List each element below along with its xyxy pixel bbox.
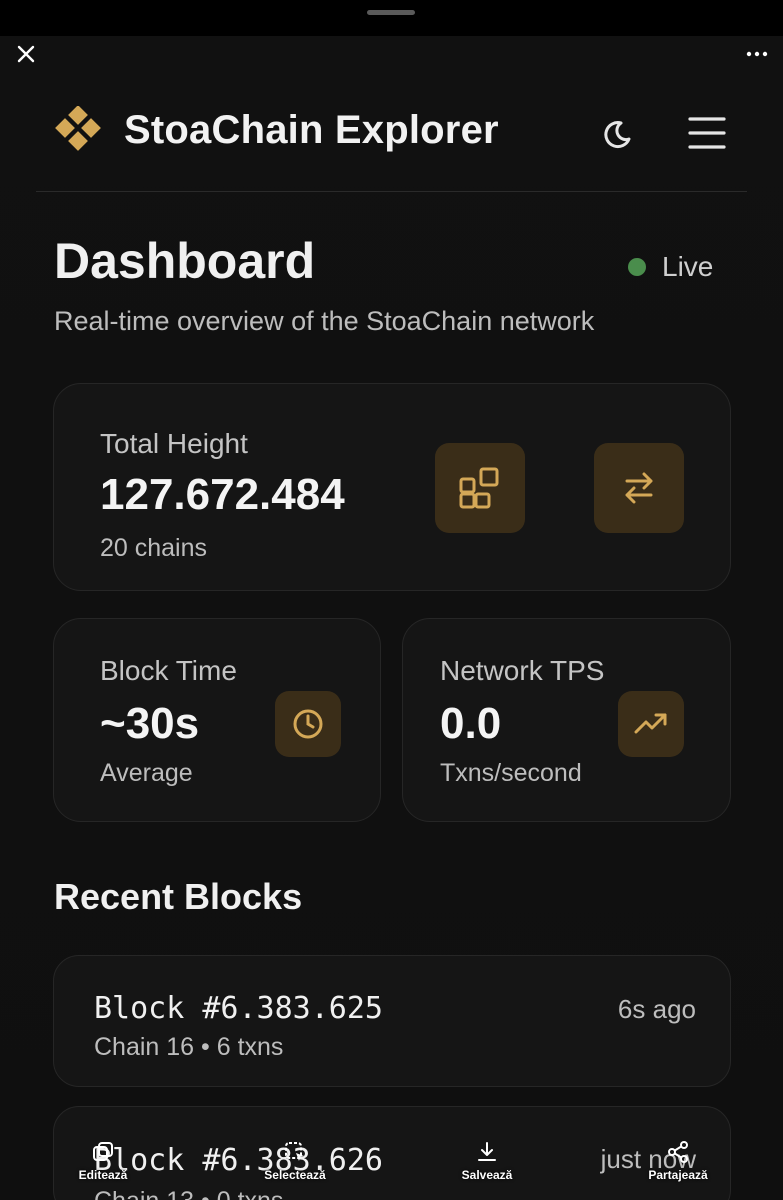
moon-icon[interactable] — [594, 112, 640, 158]
network-tps-label: Network TPS — [440, 655, 605, 686]
arrows-left-right-icon — [625, 472, 653, 504]
close-icon[interactable] — [14, 42, 38, 66]
app-title[interactable]: StoaChain Explorer — [124, 108, 499, 153]
save-button[interactable]: Salvează — [432, 1140, 542, 1196]
block-meta: Chain 16 • 6 txns — [94, 1033, 284, 1061]
block-age: 6s ago — [617, 994, 696, 1024]
explorer-page: StoaChain Explorer Dashboard Live Real-t… — [0, 36, 783, 1200]
share-button[interactable]: Partajează — [623, 1140, 733, 1196]
edit-photo-icon — [93, 1142, 113, 1161]
select-label: Selectează — [264, 1168, 326, 1182]
block-time-value: ~30s — [100, 699, 200, 748]
blocks-grid-icon — [459, 467, 499, 509]
transfers-tile[interactable] — [594, 443, 684, 533]
share-label: Partajează — [648, 1168, 708, 1182]
trend-tile[interactable] — [618, 691, 684, 757]
total-height-value: 127.672.484 — [100, 470, 345, 519]
block-time-card[interactable]: Block Time ~30s Average — [53, 618, 381, 822]
clock-tile[interactable] — [275, 691, 341, 757]
more-options-icon[interactable] — [745, 42, 769, 66]
recent-blocks-heading: Recent Blocks — [54, 876, 303, 917]
save-label: Salvează — [461, 1168, 513, 1182]
page-title: Dashboard — [54, 233, 316, 289]
share-icon — [668, 1141, 688, 1163]
live-status-label: Live — [662, 251, 714, 282]
stoachain-logo-icon[interactable] — [52, 106, 104, 158]
sheet-top-bar — [0, 0, 783, 36]
sheet-grabber[interactable] — [367, 10, 415, 15]
select-button[interactable]: Selectează — [240, 1140, 350, 1196]
clock-icon — [293, 709, 323, 739]
network-tps-card[interactable]: Network TPS 0.0 Txns/second — [402, 618, 731, 822]
block-time-label: Block Time — [100, 655, 237, 686]
block-row[interactable]: Block #6.383.625 Chain 16 • 6 txns 6s ag… — [53, 955, 731, 1087]
live-status: Live — [628, 250, 713, 284]
blocks-tile[interactable] — [435, 443, 525, 533]
network-tps-value: 0.0 — [440, 699, 502, 748]
download-icon — [478, 1142, 496, 1161]
block-time-sub: Average — [100, 759, 193, 787]
page-subtitle: Real-time overview of the StoaChain netw… — [54, 306, 595, 336]
edit-button[interactable]: Editează — [48, 1140, 158, 1196]
select-icon — [285, 1142, 304, 1161]
hamburger-menu-icon[interactable] — [684, 110, 730, 156]
network-tps-sub: Txns/second — [440, 759, 582, 787]
chain-count: 20 chains — [100, 534, 208, 562]
total-height-card[interactable]: Total Height 127.672.484 20 chains — [53, 383, 731, 591]
trending-up-icon — [634, 713, 667, 734]
block-id[interactable]: Block #6.383.625 — [94, 991, 383, 1026]
image-viewer: StoaChain Explorer Dashboard Live Real-t… — [0, 0, 783, 1200]
site-header: StoaChain Explorer — [36, 36, 747, 192]
edit-label: Editează — [78, 1168, 128, 1182]
viewer-toolbar: Editează Selectează Salvează Partajează — [0, 1130, 783, 1200]
total-height-label: Total Height — [100, 428, 248, 459]
live-indicator-dot — [628, 258, 646, 276]
